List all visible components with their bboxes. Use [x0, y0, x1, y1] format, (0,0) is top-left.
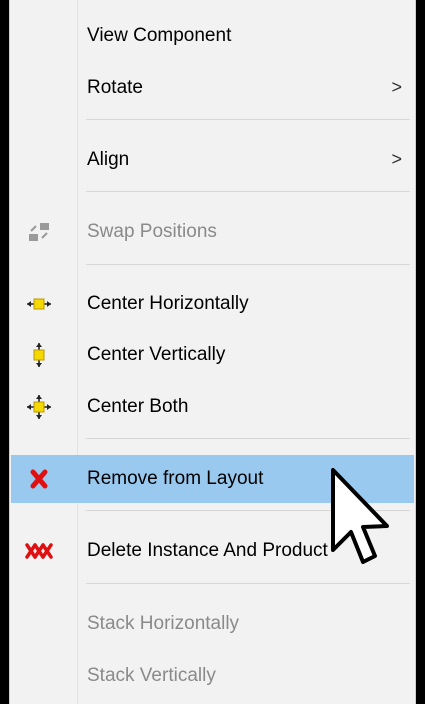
menu-item-label: Center Vertically	[87, 344, 226, 365]
mouse-pointer-icon	[331, 468, 389, 564]
context-menu: View Component Rotate > Align > Swap Pos…	[9, 0, 416, 704]
submenu-arrow-icon: >	[391, 149, 402, 169]
menu-item-label: Delete Instance And Product	[87, 540, 328, 561]
menu-item-view-component[interactable]: View Component	[11, 12, 414, 60]
menu-item-label: Center Horizontally	[87, 293, 249, 314]
menu-item-label: View Component	[87, 25, 232, 46]
menu-separator	[86, 119, 410, 120]
menu-item-label: Stack Horizontally	[87, 613, 240, 634]
center-both-icon	[27, 395, 51, 419]
red-triple-x-icon	[25, 543, 53, 559]
menu-item-label: Stack Vertically	[87, 665, 216, 686]
menu-item-stack-horizontally[interactable]: Stack Horizontally	[11, 600, 414, 648]
submenu-arrow-icon: >	[391, 77, 402, 97]
red-x-icon	[30, 469, 48, 489]
menu-separator	[86, 264, 410, 265]
menu-item-label: Remove from Layout	[87, 468, 264, 489]
menu-separator	[86, 191, 410, 192]
center-vertically-icon	[33, 343, 45, 367]
menu-item-label: Swap Positions	[87, 221, 217, 242]
menu-item-center-both[interactable]: Center Both	[11, 383, 414, 431]
center-horizontally-icon	[27, 298, 51, 310]
menu-item-align[interactable]: Align >	[11, 136, 414, 184]
menu-item-center-horizontally[interactable]: Center Horizontally	[11, 280, 414, 328]
menu-item-label: Rotate	[87, 77, 143, 98]
swap-positions-icon	[29, 223, 49, 241]
menu-item-swap-positions[interactable]: Swap Positions	[11, 208, 414, 256]
menu-separator	[86, 583, 410, 584]
menu-separator	[86, 438, 410, 439]
menu-item-label: Align	[87, 149, 130, 170]
menu-item-stack-vertically[interactable]: Stack Vertically	[11, 652, 414, 700]
menu-item-center-vertically[interactable]: Center Vertically	[11, 331, 414, 379]
menu-item-label: Center Both	[87, 396, 189, 417]
menu-item-rotate[interactable]: Rotate >	[11, 64, 414, 112]
